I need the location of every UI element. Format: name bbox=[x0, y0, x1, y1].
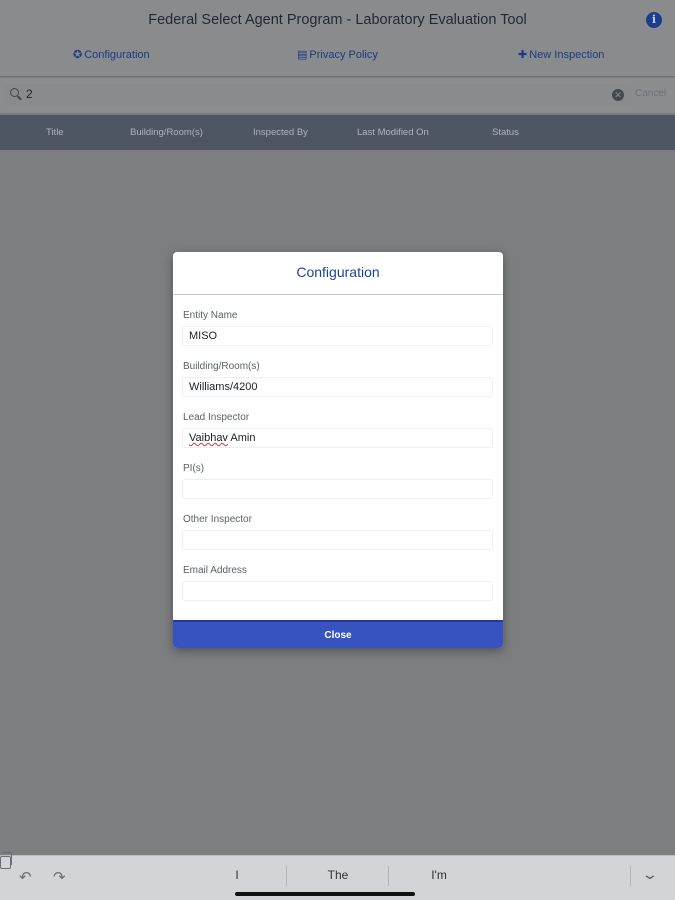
column-header-inspected-by[interactable]: Inspected By bbox=[253, 127, 308, 138]
column-header-status[interactable]: Status bbox=[492, 127, 519, 138]
home-indicator bbox=[235, 892, 415, 896]
suggestion-divider bbox=[286, 866, 287, 886]
privacy-policy-link[interactable]: ▤ Privacy Policy bbox=[297, 48, 378, 61]
entity-name-label: Entity Name bbox=[183, 310, 238, 321]
configuration-label: Configuration bbox=[84, 49, 150, 61]
configuration-link[interactable]: ✪ Configuration bbox=[73, 48, 150, 61]
chevron-down-icon[interactable]: ⌄ bbox=[641, 866, 659, 883]
configuration-dialog: Configuration Entity Name MISO Building/… bbox=[173, 252, 503, 648]
pis-label: PI(s) bbox=[183, 463, 205, 474]
app-title: Federal Select Agent Program - Laborator… bbox=[148, 12, 527, 28]
entity-name-field[interactable]: MISO bbox=[182, 326, 493, 346]
paste-icon[interactable] bbox=[0, 856, 11, 869]
column-header-title[interactable]: Title bbox=[46, 127, 64, 138]
document-icon: ▤ bbox=[297, 49, 308, 61]
building-rooms-field[interactable]: Williams/4200 bbox=[182, 377, 493, 397]
search-input[interactable] bbox=[4, 84, 632, 106]
new-inspection-label: New Inspection bbox=[529, 49, 605, 61]
plus-icon: ✚ bbox=[518, 49, 528, 61]
redo-icon[interactable]: ↷ bbox=[53, 868, 66, 886]
search-icon bbox=[10, 88, 19, 97]
lead-inspector-value: Vaibhav Amin bbox=[189, 432, 256, 444]
search-value: 2 bbox=[26, 87, 33, 101]
undo-icon[interactable]: ↶ bbox=[19, 868, 32, 886]
toolbar-divider bbox=[630, 866, 631, 886]
building-rooms-label: Building/Room(s) bbox=[183, 361, 260, 372]
other-inspector-label: Other Inspector bbox=[183, 514, 252, 525]
misspelled-word: Vaibhav bbox=[189, 432, 228, 444]
app-header: Federal Select Agent Program - Laborator… bbox=[0, 0, 675, 77]
search-bar: 2 ✕ Cancel bbox=[0, 78, 675, 114]
gear-icon: ✪ bbox=[73, 49, 83, 61]
clear-search-icon[interactable]: ✕ bbox=[612, 89, 624, 101]
lead-inspector-field[interactable]: Vaibhav Amin bbox=[182, 428, 493, 448]
column-header-last-modified[interactable]: Last Modified On bbox=[357, 127, 429, 138]
pis-field[interactable] bbox=[182, 479, 493, 499]
dialog-title: Configuration bbox=[173, 252, 503, 295]
email-address-label: Email Address bbox=[183, 565, 247, 576]
other-inspector-field[interactable] bbox=[182, 530, 493, 550]
lead-inspector-label: Lead Inspector bbox=[183, 412, 250, 423]
suggestion-2[interactable]: The bbox=[288, 868, 388, 882]
info-icon[interactable]: i bbox=[646, 12, 662, 28]
entity-name-value: MISO bbox=[189, 330, 218, 342]
suggestion-3[interactable]: I'm bbox=[389, 868, 489, 882]
new-inspection-link[interactable]: ✚ New Inspection bbox=[518, 48, 604, 61]
cancel-button[interactable]: Cancel bbox=[635, 88, 666, 99]
email-address-field[interactable] bbox=[182, 581, 493, 601]
privacy-policy-label: Privacy Policy bbox=[309, 49, 378, 61]
column-header-building[interactable]: Building/Room(s) bbox=[130, 127, 203, 138]
table-header: Title Building/Room(s) Inspected By Last… bbox=[0, 115, 675, 150]
suggestion-1[interactable]: I bbox=[187, 868, 287, 882]
building-rooms-value: Williams/4200 bbox=[189, 381, 258, 393]
close-button[interactable]: Close bbox=[173, 620, 503, 648]
